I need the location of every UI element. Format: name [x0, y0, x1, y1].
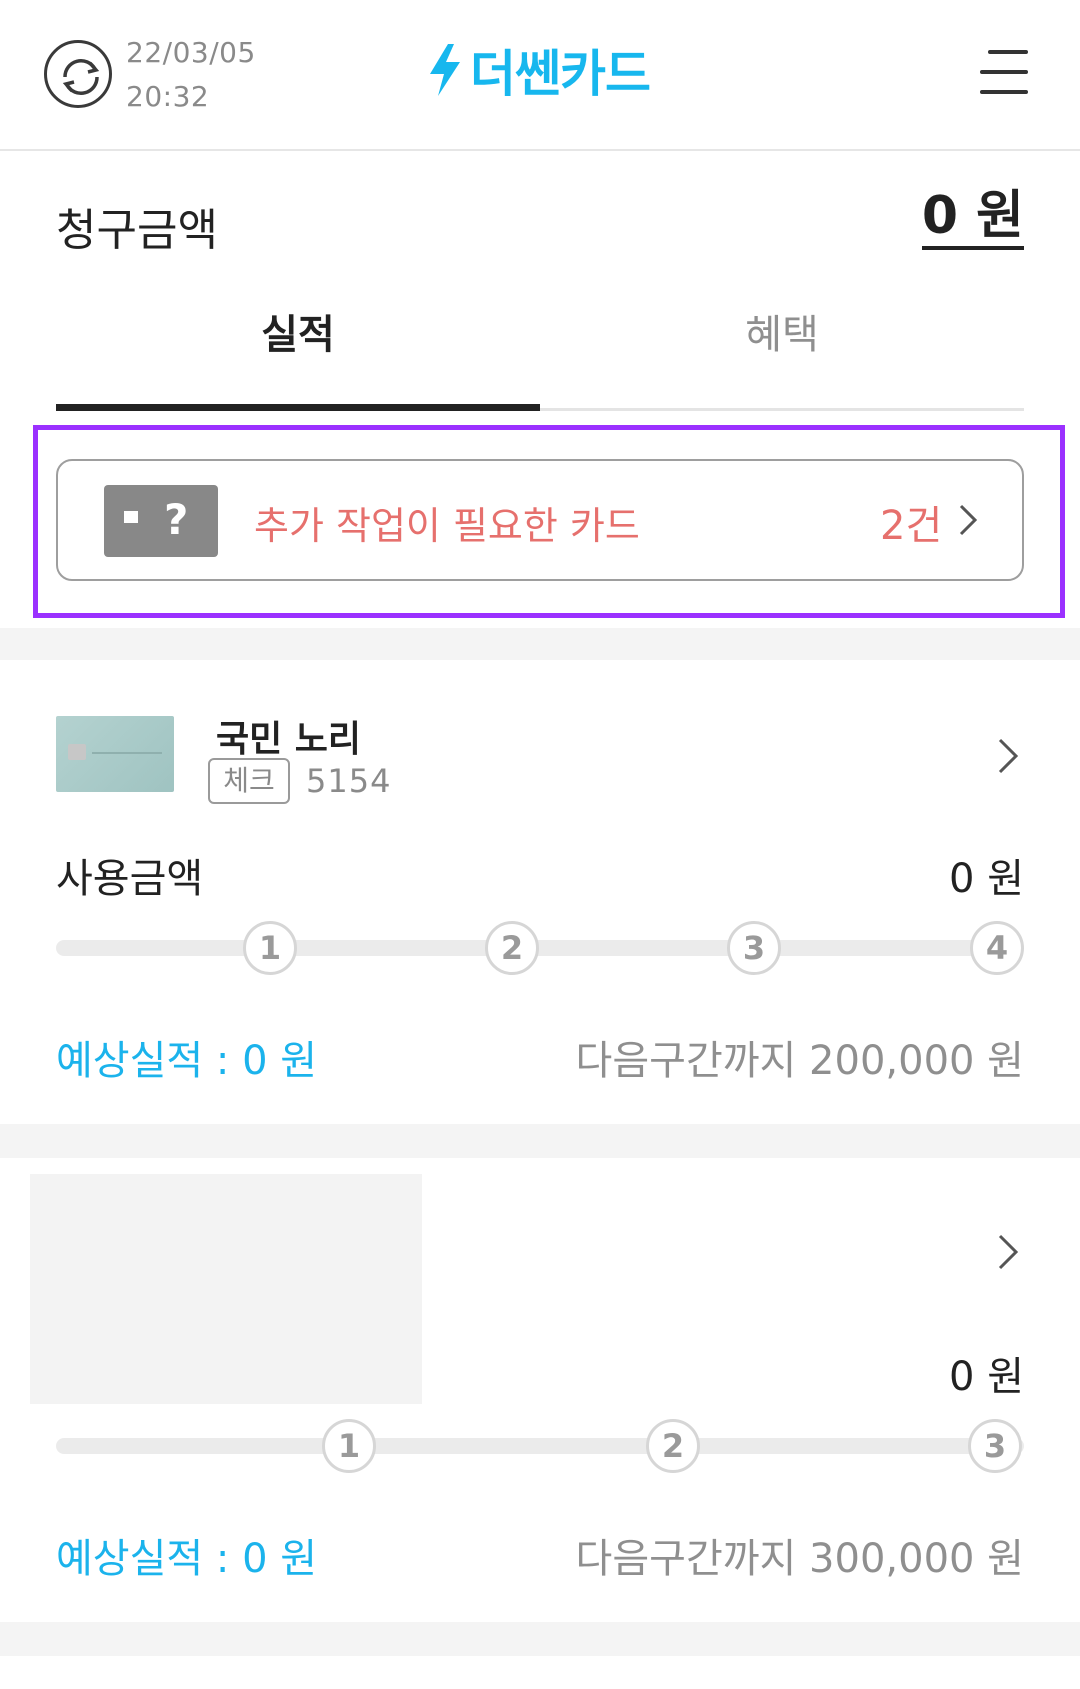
section-divider — [0, 1622, 1080, 1656]
card-info-placeholder — [30, 1174, 422, 1404]
usage-amount: 0 원 — [949, 856, 1024, 902]
refresh-icon — [62, 59, 100, 95]
tier-step: 1 — [322, 1419, 376, 1473]
question-mark-icon: ? — [164, 495, 189, 544]
card-unknown-icon: ? — [104, 485, 218, 557]
tab-performance[interactable]: 실적 — [56, 296, 540, 411]
tier-progress-track — [56, 1438, 1024, 1454]
logo-text: 더쎈카드 — [470, 45, 651, 103]
usage-label: 사용금액 — [56, 856, 204, 902]
performance-page: 22/03/05 20:32 더쎈카드 청구금액 0 원 실적 혜택 ? 추가 … — [0, 0, 1080, 1689]
section-divider — [0, 628, 1080, 660]
amount-to-next-tier: 다음구간까지 300,000 원 — [575, 1536, 1024, 1582]
action-required-row[interactable]: ? 추가 작업이 필요한 카드 2건 — [56, 459, 1024, 581]
menu-icon-line — [980, 70, 1028, 74]
action-required-text: 추가 작업이 필요한 카드 — [254, 504, 640, 548]
card-name[interactable]: 국민 노리 — [216, 710, 361, 762]
tier-step: 3 — [968, 1419, 1022, 1473]
amount-to-next-tier: 다음구간까지 200,000 원 — [575, 1038, 1024, 1084]
sync-time: 20:32 — [126, 80, 210, 113]
billing-amount[interactable]: 0 원 — [921, 188, 1024, 250]
card-number: 5154 — [306, 762, 392, 800]
tier-step: 3 — [727, 921, 781, 975]
card-thumbnail — [56, 716, 174, 792]
sync-date: 22/03/05 — [126, 36, 256, 69]
card-chip-icon — [68, 744, 86, 760]
card-type-badge: 체크 — [208, 758, 290, 804]
chevron-right-icon[interactable] — [996, 1232, 1020, 1272]
action-required-count: 2건 — [880, 503, 943, 549]
menu-icon — [988, 50, 1028, 54]
tier-step: 2 — [646, 1419, 700, 1473]
billing-label: 청구금액 — [56, 205, 218, 256]
tab-benefits[interactable]: 혜택 — [540, 296, 1024, 411]
refresh-button[interactable] — [44, 40, 112, 108]
card-chip-icon — [124, 511, 138, 523]
tab-bar: 실적 혜택 — [56, 296, 1024, 411]
tier-step: 2 — [485, 921, 539, 975]
section-divider — [0, 1124, 1080, 1158]
menu-button[interactable] — [976, 48, 1028, 100]
app-header: 22/03/05 20:32 더쎈카드 — [0, 0, 1080, 151]
menu-icon-line — [980, 90, 1028, 94]
bolt-icon — [430, 44, 460, 96]
tier-step: 1 — [243, 921, 297, 975]
chevron-right-icon[interactable] — [996, 736, 1020, 776]
usage-amount: 0 원 — [949, 1354, 1024, 1400]
card-stripe — [92, 752, 162, 754]
chevron-right-icon — [959, 504, 978, 536]
app-logo: 더쎈카드 — [426, 40, 651, 103]
tier-step: 4 — [970, 921, 1024, 975]
expected-performance: 예상실적 : 0 원 — [56, 1038, 318, 1084]
tier-progress-track — [56, 940, 1024, 956]
expected-performance: 예상실적 : 0 원 — [56, 1536, 318, 1582]
